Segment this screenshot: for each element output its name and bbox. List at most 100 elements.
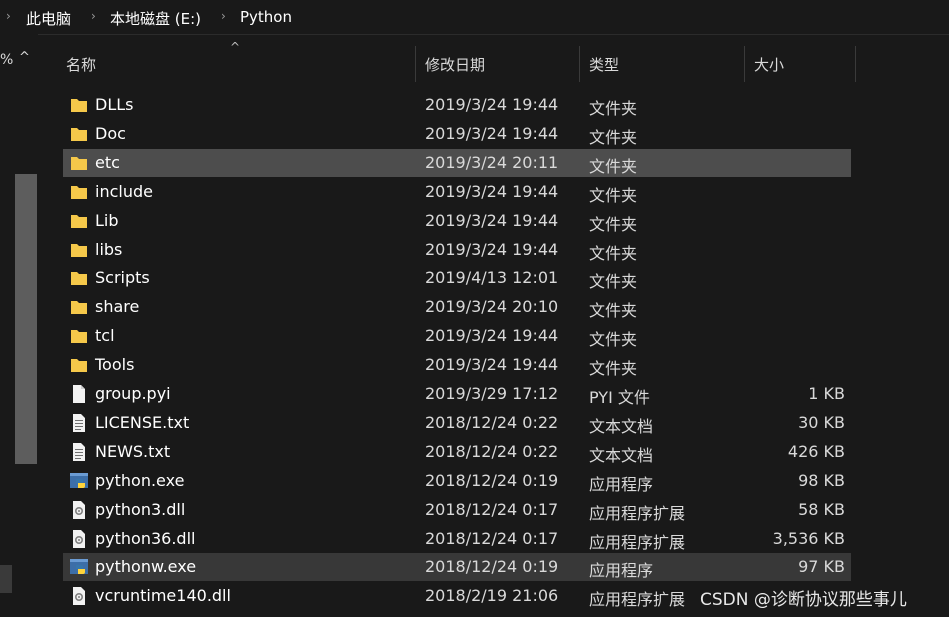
folder-icon — [69, 153, 89, 173]
file-modified-date: 2019/3/24 19:44 — [425, 239, 559, 259]
file-size: 58 KB — [798, 499, 845, 519]
file-size: 97 KB — [798, 557, 845, 577]
address-bar[interactable]: › 此电脑 › 本地磁盘 (E:) › Python — [0, 0, 949, 35]
nav-pane-item-fragment[interactable] — [0, 565, 12, 593]
file-modified-date: 2019/3/29 17:12 — [425, 384, 559, 403]
file-name: include — [95, 181, 153, 201]
file-name: python.exe — [95, 470, 185, 490]
file-type: 文件夹 — [589, 330, 638, 350]
file-name: DLLs — [95, 95, 134, 114]
file-modified-date: 2019/3/24 19:44 — [425, 95, 559, 114]
file-type: 文件夹 — [589, 243, 638, 263]
column-header-type[interactable]: 类型 — [580, 44, 744, 84]
folder-icon — [69, 297, 89, 317]
file-name: share — [95, 297, 140, 317]
folder-icon — [69, 240, 89, 260]
file-row[interactable]: group.pyi 2019/3/29 17:12 PYI 文件 1 KB — [63, 380, 851, 408]
file-size: 1 KB — [808, 384, 845, 403]
file-type: 文本文档 — [589, 445, 654, 465]
column-header-date-label: 修改日期 — [425, 56, 486, 74]
folder-icon — [69, 182, 89, 202]
file-row[interactable]: python36.dll 2018/12/24 0:17 应用程序扩展 3,536 K… — [63, 525, 851, 553]
file-name: libs — [95, 239, 123, 259]
python-exe-icon — [69, 471, 89, 491]
file-modified-date: 2018/2/19 21:06 — [425, 586, 559, 606]
file-type: PYI 文件 — [589, 388, 650, 407]
file-row[interactable]: share 2019/3/24 20:10 文件夹 — [63, 293, 851, 321]
file-row[interactable]: python.exe 2018/12/24 0:19 应用程序 98 KB — [63, 467, 851, 495]
file-row[interactable]: NEWS.txt 2018/12/24 0:22 文本文档 426 KB — [63, 438, 851, 466]
file-name: etc — [95, 152, 120, 172]
file-row[interactable]: include 2019/3/24 19:44 文件夹 — [63, 178, 851, 206]
file-modified-date: 2018/12/24 0:17 — [425, 528, 559, 548]
file-row[interactable]: libs 2019/3/24 19:44 文件夹 — [63, 236, 851, 264]
watermark-text: CSDN @诊断协议那些事儿 — [700, 590, 907, 610]
file-modified-date: 2018/12/24 0:19 — [425, 470, 559, 490]
file-name: python36.dll — [95, 528, 196, 548]
column-header-size[interactable]: 大小 — [745, 44, 855, 84]
breadcrumb-item-python[interactable]: Python — [240, 8, 292, 26]
folder-icon — [69, 124, 89, 144]
file-type: 文件夹 — [589, 127, 638, 147]
file-row[interactable]: etc 2019/3/24 20:11 文件夹 — [63, 148, 851, 177]
navigation-pane[interactable]: % ^ — [0, 34, 38, 617]
breadcrumb-item-drive-e[interactable]: 本地磁盘 (E:) — [110, 8, 201, 29]
nav-pane-fragment-text: % — [0, 52, 14, 68]
file-modified-date: 2019/3/24 20:10 — [425, 297, 559, 317]
breadcrumb-item-this-pc[interactable]: 此电脑 — [26, 8, 71, 29]
nav-scrollbar-track[interactable] — [15, 174, 37, 464]
file-type: 文件夹 — [589, 301, 638, 321]
file-modified-date: 2018/12/24 0:22 — [425, 441, 559, 461]
folder-icon — [69, 268, 89, 288]
file-type: 应用程序 — [589, 561, 654, 581]
column-header-name[interactable]: 名称 — [63, 44, 415, 84]
breadcrumb-chevron-icon[interactable]: › — [6, 9, 11, 23]
text-file-icon — [69, 442, 89, 462]
breadcrumb-chevron-icon[interactable]: › — [221, 9, 226, 23]
dll-file-icon — [69, 529, 89, 549]
nav-scrollbar-thumb[interactable] — [15, 174, 37, 464]
file-type: 文件夹 — [589, 214, 638, 234]
file-modified-date: 2019/4/13 12:01 — [425, 268, 559, 288]
file-type: 文件夹 — [589, 185, 638, 205]
explorer-window: › 此电脑 › 本地磁盘 (E:) › Python % ^ ^ 名称 修改日期… — [0, 0, 949, 617]
column-header-type-label: 类型 — [589, 56, 620, 74]
dll-file-icon — [69, 500, 89, 520]
file-row[interactable]: python3.dll 2018/12/24 0:17 应用程序扩展 58 KB — [63, 496, 851, 524]
file-type: 应用程序扩展 — [589, 532, 686, 552]
file-size: 30 KB — [798, 412, 845, 432]
file-modified-date: 2019/3/24 19:44 — [425, 123, 559, 143]
file-modified-date: 2019/3/24 19:44 — [425, 326, 559, 346]
file-modified-date: 2019/3/24 19:44 — [425, 355, 559, 375]
column-header-name-label: 名称 — [66, 56, 97, 74]
python-exe-icon — [69, 557, 89, 577]
file-modified-date: 2018/12/24 0:22 — [425, 412, 559, 432]
column-header-size-label: 大小 — [754, 56, 785, 74]
file-row[interactable]: tcl 2019/3/24 19:44 文件夹 — [63, 322, 851, 350]
file-row[interactable]: pythonw.exe 2018/12/24 0:19 应用程序 97 KB — [63, 553, 851, 582]
folder-icon — [69, 211, 89, 231]
file-type: 文本文档 — [589, 416, 654, 436]
file-type: 文件夹 — [589, 156, 638, 176]
file-name: python3.dll — [95, 499, 186, 519]
column-divider[interactable] — [855, 46, 856, 82]
file-type: 应用程序 — [589, 474, 654, 494]
file-row[interactable]: DLLs 2019/3/24 19:44 文件夹 — [63, 91, 851, 119]
file-name: Scripts — [95, 268, 150, 288]
file-modified-date: 2018/12/24 0:17 — [425, 499, 559, 519]
file-name: vcruntime140.dll — [95, 586, 231, 606]
file-row[interactable]: LICENSE.txt 2018/12/24 0:22 文本文档 30 KB — [63, 409, 851, 437]
file-name: tcl — [95, 326, 115, 346]
breadcrumb-chevron-icon[interactable]: › — [91, 9, 96, 23]
file-row[interactable]: Scripts 2019/4/13 12:01 文件夹 — [63, 264, 851, 292]
file-modified-date: 2019/3/24 19:44 — [425, 210, 559, 230]
file-modified-date: 2018/12/24 0:19 — [425, 557, 559, 577]
file-row[interactable]: Lib 2019/3/24 19:44 文件夹 — [63, 207, 851, 235]
file-row[interactable]: Tools 2019/3/24 19:44 文件夹 — [63, 351, 851, 379]
file-name: Lib — [95, 210, 119, 230]
file-modified-date: 2019/3/24 20:11 — [425, 152, 559, 172]
file-row[interactable]: Doc 2019/3/24 19:44 文件夹 — [63, 120, 851, 148]
file-type: 文件夹 — [589, 272, 638, 292]
column-header-date[interactable]: 修改日期 — [416, 44, 579, 84]
folder-icon — [69, 355, 89, 375]
